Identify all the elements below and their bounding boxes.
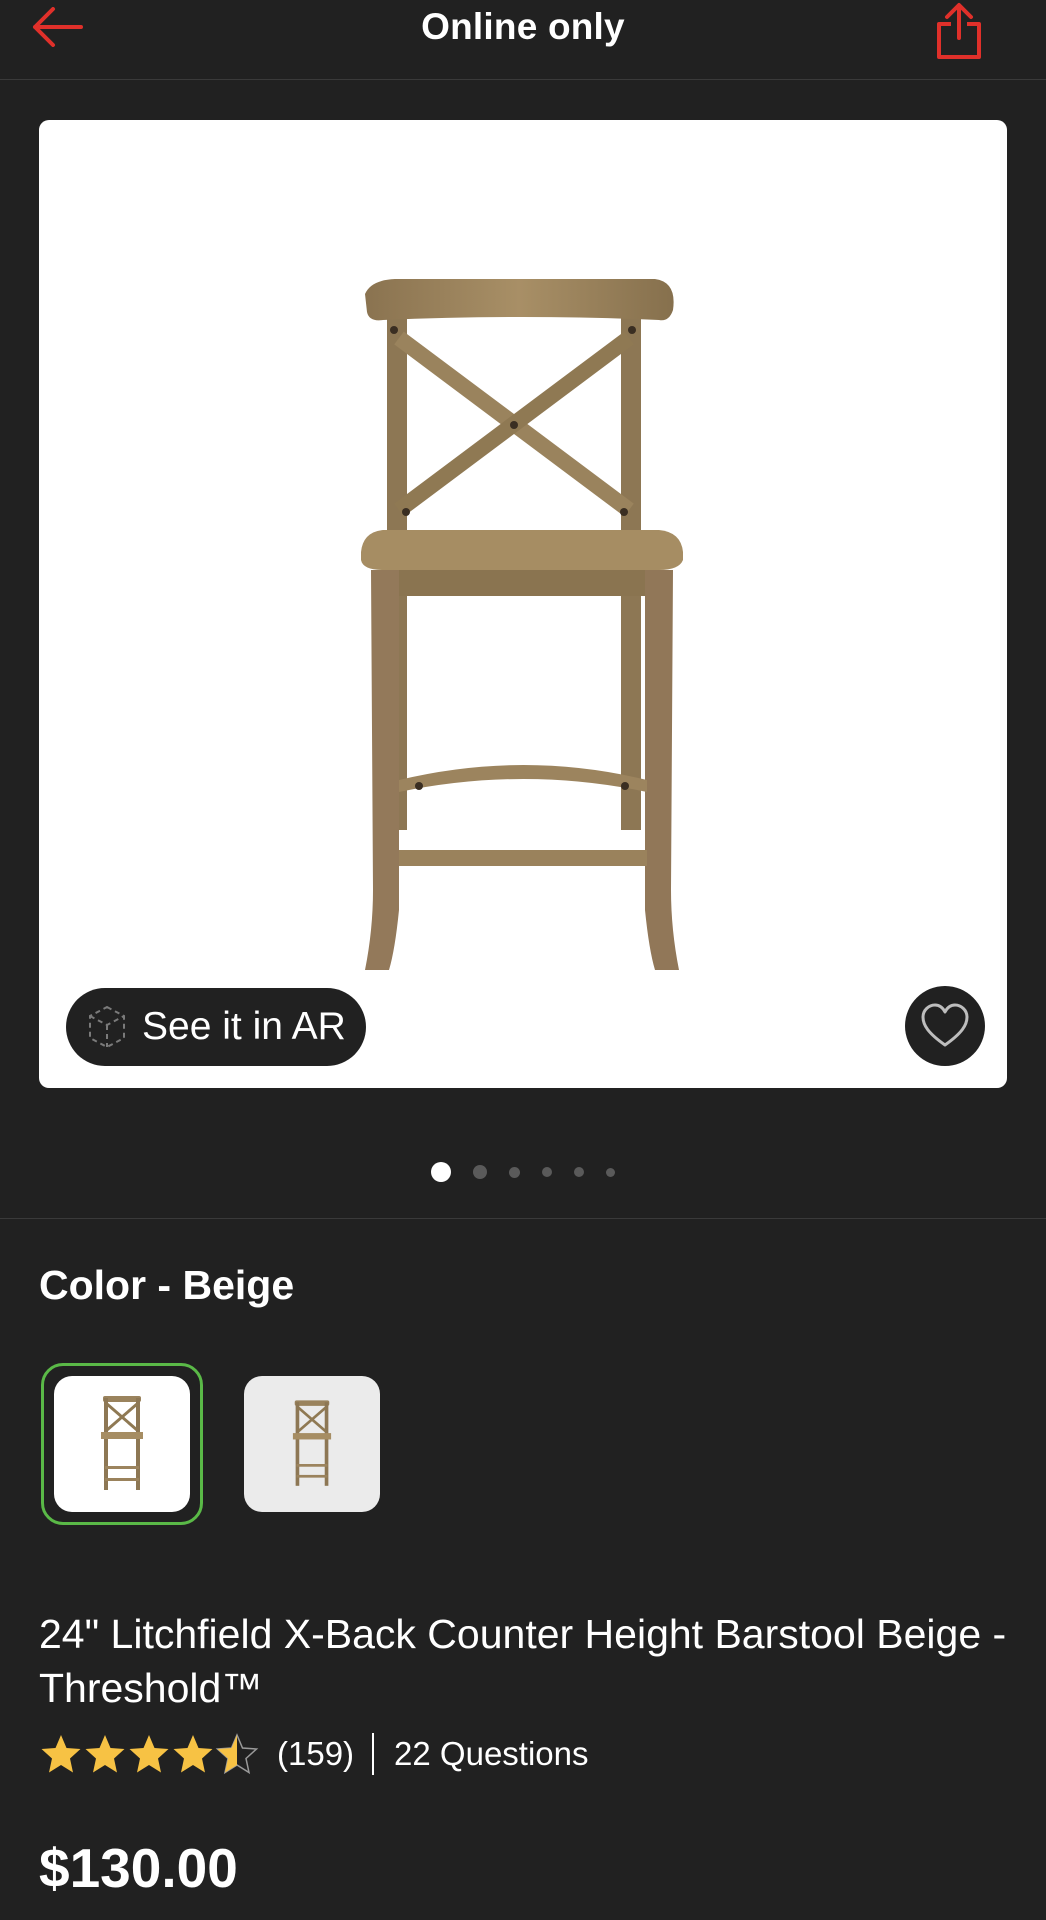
barstool-thumbnail [292, 1400, 332, 1486]
star-icon [85, 1735, 125, 1773]
page-dot-5[interactable] [574, 1167, 584, 1177]
color-swatch-beige-white[interactable] [54, 1376, 190, 1512]
barstool-product-image [361, 279, 683, 970]
star-icon [129, 1735, 169, 1773]
share-icon [937, 3, 981, 59]
ar-button-label: See it in AR [142, 1005, 346, 1048]
page-dot-2[interactable] [473, 1165, 487, 1179]
product-image-carousel[interactable]: See it in AR [39, 120, 1007, 1088]
heart-outline-icon [921, 1003, 969, 1047]
color-swatch-beige-gray[interactable] [244, 1376, 380, 1512]
rating-separator [372, 1733, 375, 1775]
color-label: Color - Beige [39, 1262, 295, 1308]
product-price: $130.00 [39, 1837, 238, 1899]
section-divider [0, 1218, 1046, 1219]
ar-cube-icon [84, 1003, 132, 1051]
page-title: Online only [421, 6, 625, 47]
review-count-link[interactable]: (159) [277, 1735, 354, 1773]
questions-link[interactable]: 22 Questions [394, 1735, 588, 1773]
product-title: 24" Litchfield X-Back Counter Height Bar… [39, 1611, 1007, 1711]
top-nav-bar: Online only [0, 0, 1046, 80]
carousel-pagination [0, 1162, 1046, 1182]
page-dot-6[interactable] [606, 1167, 615, 1177]
page-dot-3[interactable] [509, 1166, 520, 1178]
rating-row: (159) 22 Questions [39, 1730, 589, 1778]
favorite-button[interactable] [905, 986, 985, 1066]
share-button[interactable] [928, 0, 990, 62]
star-icon [173, 1735, 213, 1773]
page-dot-4[interactable] [542, 1167, 552, 1177]
page-dot-1-active[interactable] [431, 1162, 451, 1182]
star-icon [41, 1735, 81, 1773]
see-in-ar-button[interactable]: See it in AR [66, 988, 366, 1066]
barstool-thumbnail [101, 1396, 143, 1490]
star-rating[interactable] [39, 1733, 259, 1775]
star-half-icon [215, 1733, 259, 1775]
